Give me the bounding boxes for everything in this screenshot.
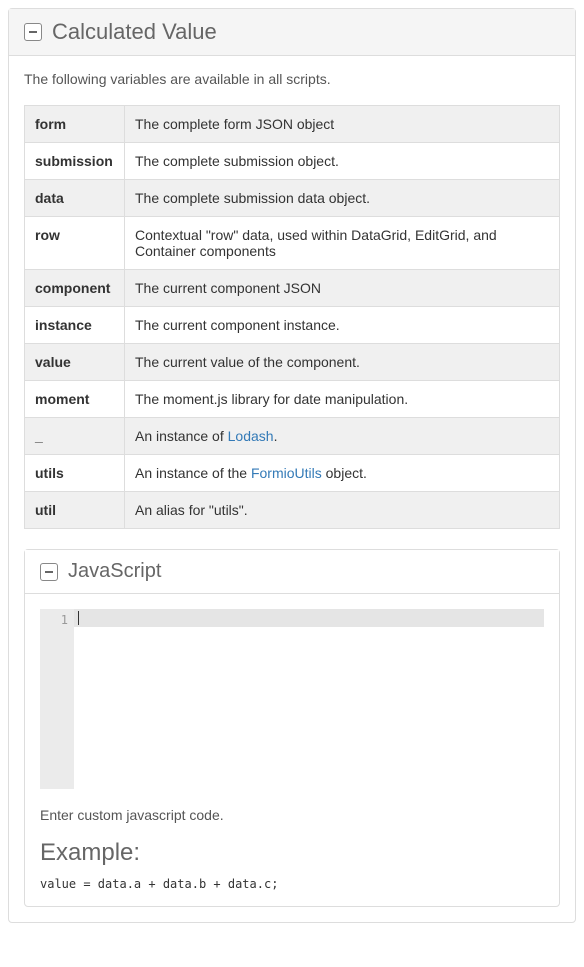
panel-body: The following variables are available in… [9, 56, 575, 922]
table-row: utilsAn instance of the FormioUtils obje… [25, 455, 560, 492]
calculated-value-panel: Calculated Value The following variables… [8, 8, 576, 923]
table-row: rowContextual "row" data, used within Da… [25, 217, 560, 270]
table-row: dataThe complete submission data object. [25, 180, 560, 217]
variable-desc: The moment.js library for date manipulat… [125, 381, 560, 418]
editor-gutter: 1 [40, 609, 74, 789]
variable-name: instance [25, 307, 125, 344]
js-panel-title: JavaScript [68, 560, 161, 583]
js-panel-body: 1 Enter custom javascript code. Example:… [25, 594, 559, 906]
variable-name: submission [25, 143, 125, 180]
line-number: 1 [40, 613, 68, 627]
variable-desc: An alias for "utils". [125, 492, 560, 529]
example-code: value = data.a + data.b + data.c; [40, 877, 544, 891]
variable-desc: The complete submission data object. [125, 180, 560, 217]
intro-text: The following variables are available in… [24, 71, 560, 87]
variable-name: component [25, 270, 125, 307]
variable-desc: An instance of the FormioUtils object. [125, 455, 560, 492]
variable-name: util [25, 492, 125, 529]
js-collapse-toggle[interactable] [40, 563, 58, 581]
table-row: momentThe moment.js library for date man… [25, 381, 560, 418]
table-row: componentThe current component JSON [25, 270, 560, 307]
variable-desc: Contextual "row" data, used within DataG… [125, 217, 560, 270]
code-editor[interactable]: 1 [40, 609, 544, 789]
variable-desc: The current component instance. [125, 307, 560, 344]
table-row: valueThe current value of the component. [25, 344, 560, 381]
editor-help-text: Enter custom javascript code. [40, 807, 544, 823]
table-row: utilAn alias for "utils". [25, 492, 560, 529]
variables-table: formThe complete form JSON objectsubmiss… [24, 105, 560, 529]
editor-textarea[interactable] [74, 609, 544, 789]
panel-header: Calculated Value [9, 9, 575, 56]
table-row: submissionThe complete submission object… [25, 143, 560, 180]
variable-name: _ [25, 418, 125, 455]
table-row: instanceThe current component instance. [25, 307, 560, 344]
javascript-panel: JavaScript 1 Enter custom javascript cod… [24, 549, 560, 907]
variable-name: row [25, 217, 125, 270]
variable-name: utils [25, 455, 125, 492]
doc-link[interactable]: Lodash [228, 428, 274, 444]
variable-name: form [25, 106, 125, 143]
variable-desc: The current value of the component. [125, 344, 560, 381]
variable-desc: The complete submission object. [125, 143, 560, 180]
variable-name: data [25, 180, 125, 217]
panel-title: Calculated Value [52, 19, 217, 45]
variable-desc: The current component JSON [125, 270, 560, 307]
js-panel-header: JavaScript [25, 550, 559, 594]
collapse-toggle[interactable] [24, 23, 42, 41]
doc-link[interactable]: FormioUtils [251, 465, 322, 481]
variable-name: value [25, 344, 125, 381]
variable-desc: The complete form JSON object [125, 106, 560, 143]
example-heading: Example: [40, 839, 544, 867]
table-row: formThe complete form JSON object [25, 106, 560, 143]
variable-desc: An instance of Lodash. [125, 418, 560, 455]
table-row: _An instance of Lodash. [25, 418, 560, 455]
variable-name: moment [25, 381, 125, 418]
